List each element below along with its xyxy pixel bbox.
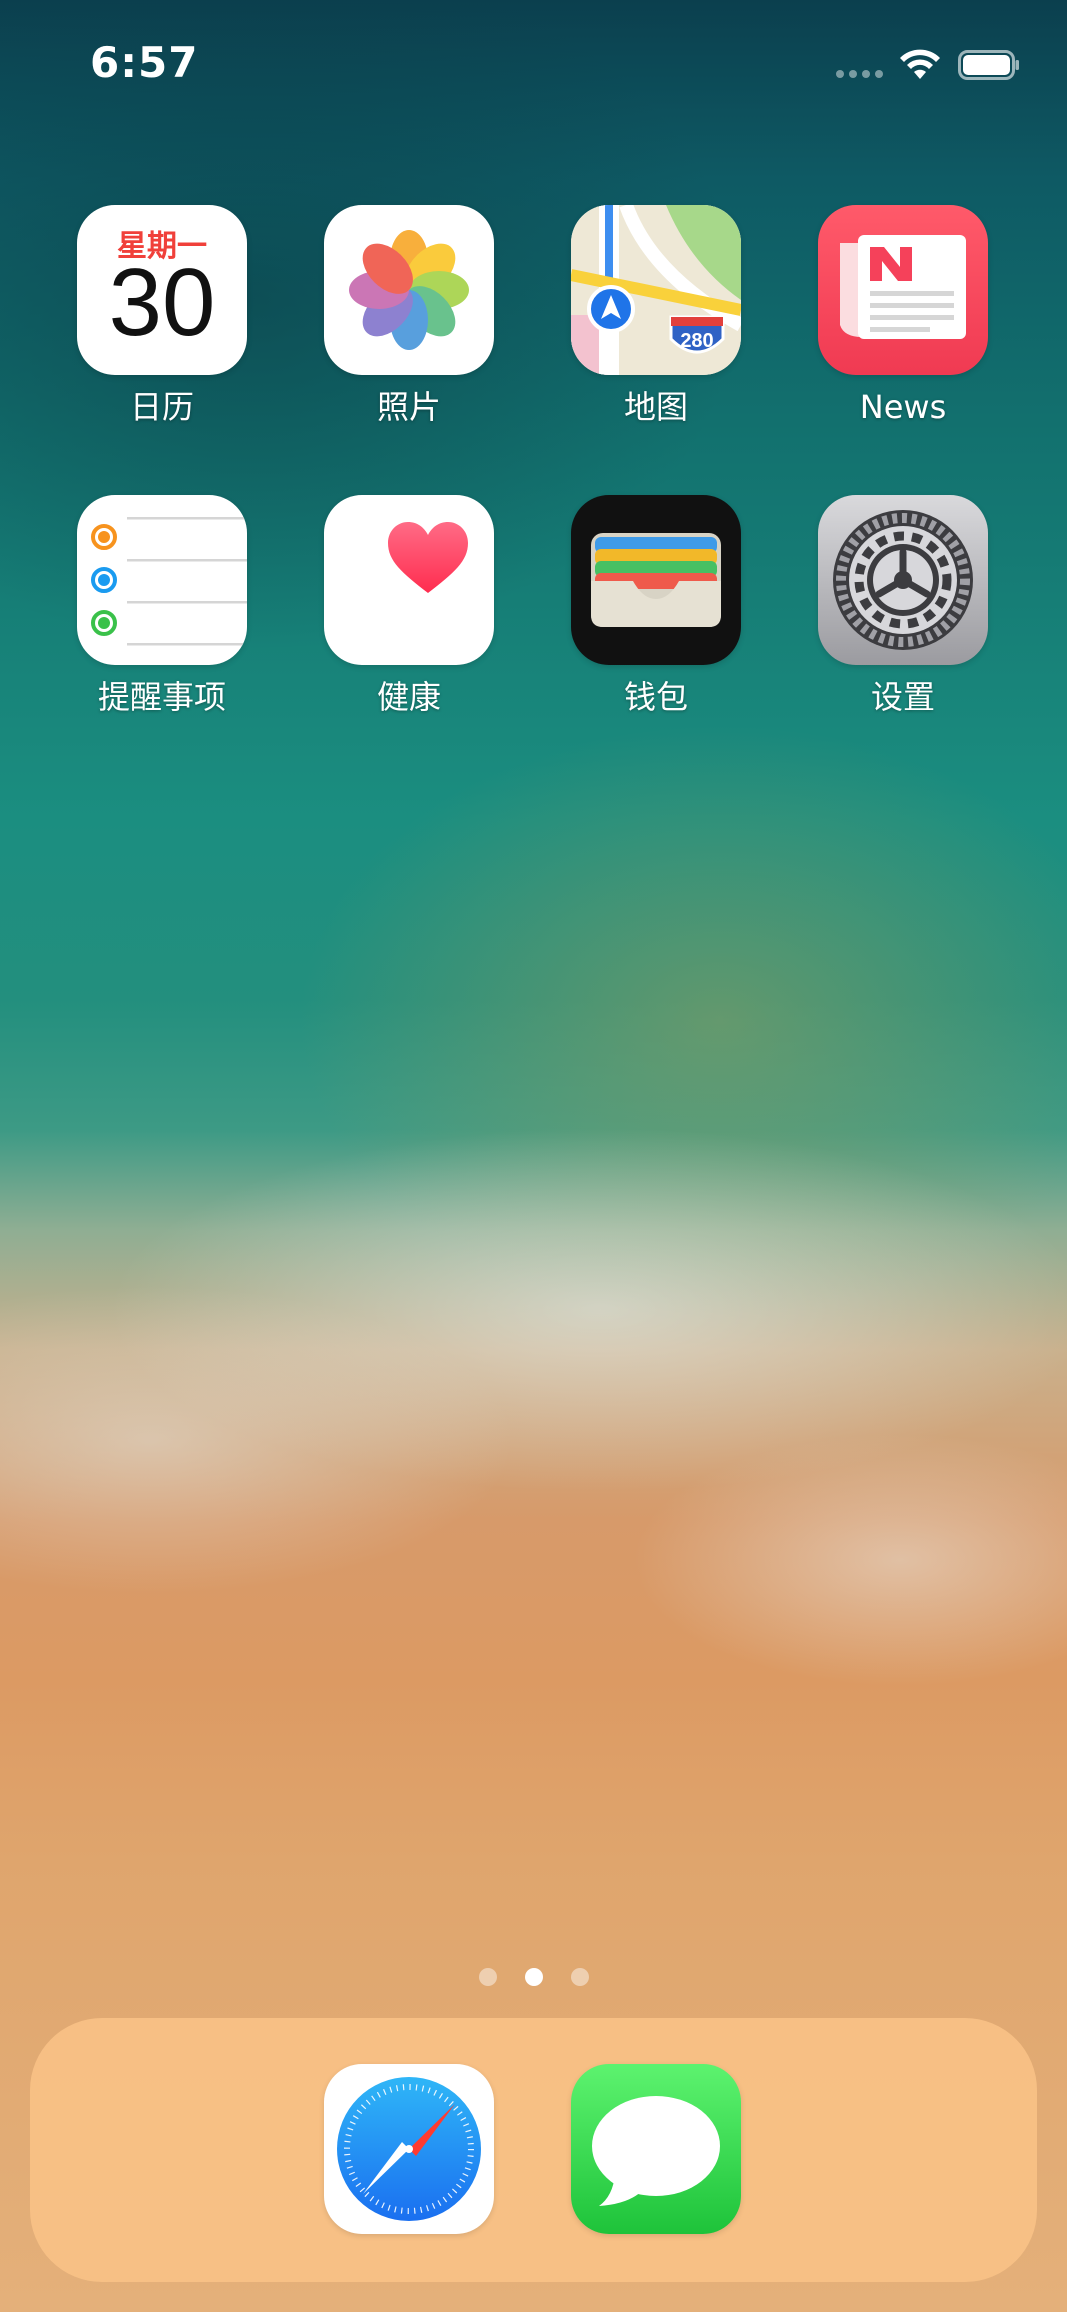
calendar-icon: 星期一 30 bbox=[77, 205, 247, 375]
app-maps[interactable]: 280 地图 bbox=[546, 205, 766, 427]
page-indicator[interactable] bbox=[0, 1968, 1067, 1986]
cellular-signal-icon bbox=[836, 70, 883, 78]
wifi-icon bbox=[900, 49, 940, 79]
app-health[interactable]: 健康 bbox=[299, 495, 519, 717]
app-photos[interactable]: 照片 bbox=[299, 205, 519, 427]
app-reminders[interactable]: 提醒事项 bbox=[52, 495, 272, 717]
app-label: 日历 bbox=[129, 388, 194, 426]
page-dot[interactable] bbox=[570, 1968, 589, 1986]
speech-bubble-icon bbox=[592, 2096, 720, 2206]
compass-icon bbox=[337, 2077, 481, 2221]
dock-app-messages[interactable] bbox=[571, 2064, 741, 2234]
app-settings[interactable]: 设置 bbox=[793, 495, 1013, 717]
battery-icon bbox=[958, 50, 1019, 80]
calendar-day: 30 bbox=[108, 249, 216, 356]
wallet-icon bbox=[571, 495, 741, 665]
gear-icon bbox=[818, 495, 988, 665]
health-icon bbox=[324, 495, 494, 665]
app-label: 设置 bbox=[870, 678, 935, 716]
reminders-icon bbox=[77, 495, 247, 665]
app-label: 提醒事项 bbox=[97, 678, 226, 716]
maps-shield-number: 280 bbox=[680, 330, 713, 352]
app-calendar[interactable]: 星期一 30 日历 bbox=[52, 205, 272, 427]
photos-icon bbox=[324, 205, 494, 375]
page-dot-current[interactable] bbox=[524, 1968, 543, 1986]
app-label: 钱包 bbox=[623, 678, 688, 716]
app-label: 地图 bbox=[623, 388, 688, 426]
maps-icon: 280 bbox=[571, 205, 741, 375]
status-time: 6:57 bbox=[90, 38, 199, 87]
app-news[interactable]: News bbox=[793, 205, 1013, 427]
status-bar: 6:57 bbox=[0, 0, 1067, 130]
dock-app-safari[interactable] bbox=[324, 2064, 494, 2234]
dock bbox=[30, 2018, 1037, 2282]
news-icon bbox=[818, 205, 988, 375]
app-label: 照片 bbox=[376, 388, 441, 426]
app-wallet[interactable]: 钱包 bbox=[546, 495, 766, 717]
app-label: 健康 bbox=[376, 678, 441, 716]
page-dot[interactable] bbox=[478, 1968, 497, 1986]
app-label: News bbox=[859, 388, 947, 426]
